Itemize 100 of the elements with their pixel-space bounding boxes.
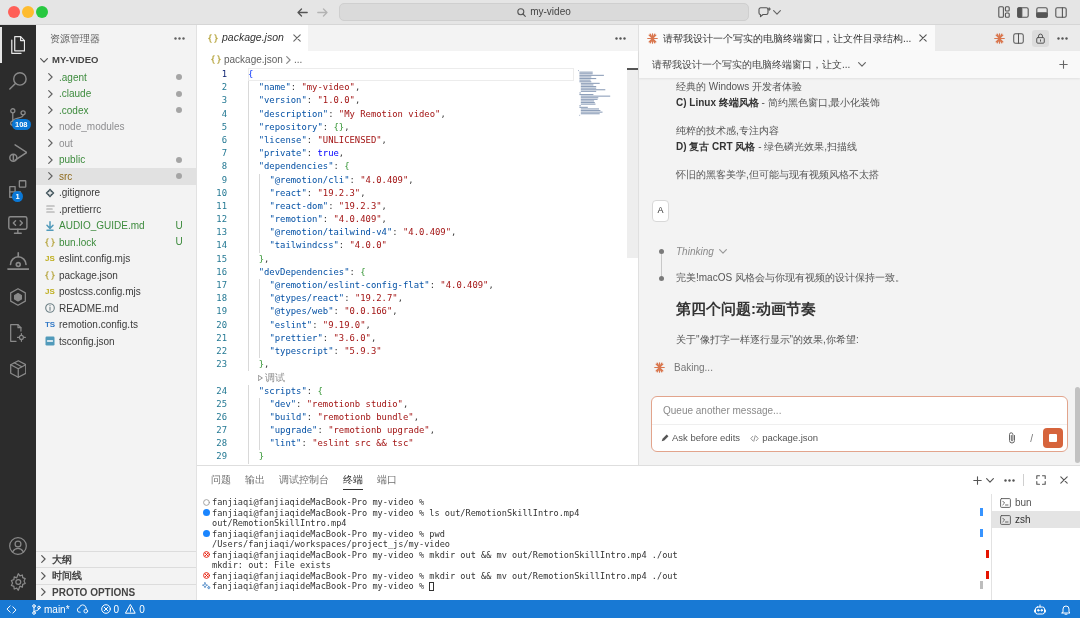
line-number: 10 <box>215 186 227 200</box>
monitor-icon[interactable] <box>8 216 28 234</box>
warning-icon <box>125 604 137 614</box>
file-item[interactable]: .prettierrc <box>36 201 196 218</box>
search-field[interactable]: my-video <box>339 3 749 21</box>
panel-tab[interactable]: 输出 <box>245 470 265 490</box>
paperclip-icon[interactable] <box>1008 432 1017 444</box>
panel-tab[interactable]: 端口 <box>377 470 397 490</box>
section-header[interactable]: 大纲 <box>36 550 196 567</box>
lock-icon <box>1036 32 1045 44</box>
back-icon[interactable] <box>297 7 308 17</box>
scrollbar-thumb[interactable] <box>627 68 638 258</box>
file-item[interactable]: TS remotion.config.ts <box>36 316 196 333</box>
braces-icon <box>45 270 55 280</box>
terminal-item[interactable]: zsh <box>992 511 1080 528</box>
panel-tab[interactable]: 终端 <box>343 470 363 490</box>
document-gear-icon[interactable] <box>10 324 26 342</box>
message-text: C) Linux 终端风格 - 简约黑色窗口,最小化装饰 <box>676 96 881 110</box>
maximize-icon[interactable] <box>1036 475 1046 485</box>
folder-item[interactable]: src <box>36 168 196 185</box>
more-icon[interactable] <box>174 37 185 40</box>
code-line: "prettier": "3.6.0", <box>248 331 377 345</box>
branch-button[interactable]: main* <box>32 601 70 617</box>
codelens-link[interactable]: 调试 <box>258 372 285 383</box>
breadcrumb-item[interactable]: ... <box>293 52 303 67</box>
close-icon[interactable] <box>1060 476 1068 484</box>
code-line: "@remotion/eslint-config-flat": "4.0.409", <box>248 279 494 293</box>
chevron-down-icon[interactable] <box>773 9 781 15</box>
settings-icon[interactable] <box>9 573 27 591</box>
file-item[interactable]: bun.lock U <box>36 234 196 251</box>
bottom-panel-icon[interactable] <box>1036 6 1048 18</box>
plus-icon[interactable] <box>973 475 982 485</box>
line-number: 14 <box>215 239 227 253</box>
chevron-down-icon[interactable] <box>986 477 994 483</box>
more-icon[interactable] <box>1004 478 1015 482</box>
code-line: "react": "19.2.3", <box>248 186 366 200</box>
split-view-icon[interactable] <box>1013 32 1024 44</box>
terminal-command: fanjiaqi@fanjiaqideMacBook-Pro my-video % pwd <box>212 528 445 539</box>
line-number: 23 <box>215 358 227 372</box>
terminal-command: fanjiaqi@fanjiaqideMacBook-Pro my-video % ls out/RemotionSkillIntro.mp4 <box>212 507 580 518</box>
timeline-dot-icon <box>659 248 664 254</box>
account-icon[interactable] <box>9 537 27 555</box>
folder-item[interactable]: .claude <box>36 85 196 102</box>
file-item[interactable]: .gitignore <box>36 184 196 201</box>
panel-tab[interactable]: 问题 <box>211 470 231 490</box>
problems-button[interactable]: 0 0 <box>100 601 145 617</box>
terminal-output: /Users/fanjiaqi/workspaces/project_js/my-video <box>212 539 450 550</box>
panel-tab[interactable]: 调试控制台 <box>279 470 329 490</box>
folder-item[interactable]: public <box>36 151 196 168</box>
code-line: "@remotion/cli": "4.0.409", <box>248 173 414 187</box>
message-text: 完美!macOS 风格会与你现有视频的设计保持一致。 <box>676 271 905 285</box>
git-status-letter: U <box>175 220 183 231</box>
files-icon[interactable] <box>10 36 26 54</box>
breadcrumb-item[interactable]: package.json <box>224 52 283 67</box>
right-sidebar-icon[interactable] <box>1055 6 1067 18</box>
bell-icon[interactable] <box>1061 603 1071 615</box>
file-item[interactable]: JS postcss.config.mjs <box>36 283 196 300</box>
file-item[interactable]: AUDIO_GUIDE.md U <box>36 217 196 234</box>
layout-grid-icon[interactable] <box>998 6 1010 18</box>
workspace-folder[interactable]: MY-VIDEO <box>36 52 196 69</box>
scrollbar-thumb[interactable] <box>1075 387 1080 463</box>
line-number: 25 <box>215 397 227 411</box>
chat-tab[interactable]: 请帮我设计一个写实的电脑终端窗口，让文件目录结构... <box>639 25 936 51</box>
robot-icon[interactable] <box>1034 603 1046 615</box>
stop-button[interactable] <box>1043 428 1063 448</box>
editor-tab[interactable]: package.json <box>197 25 308 51</box>
cloud-sync-icon[interactable] <box>76 604 89 614</box>
diamond-icon <box>45 187 55 198</box>
more-icon[interactable] <box>615 36 626 40</box>
message-input[interactable]: Queue another message... <box>652 397 1067 425</box>
play-bug-icon[interactable] <box>8 144 28 162</box>
plus-icon[interactable] <box>1059 60 1068 69</box>
file-item[interactable]: package.json <box>36 267 196 284</box>
context-file-button[interactable]: package.json <box>750 430 819 446</box>
code-line: "version": "1.0.0", <box>248 94 361 108</box>
section-header[interactable]: 时间线 <box>36 567 196 584</box>
file-item[interactable]: tsconfig.json <box>36 333 196 350</box>
left-sidebar-icon[interactable] <box>1017 6 1029 18</box>
terminal-command: fanjiaqi@fanjiaqideMacBook-Pro my-video % <box>212 581 425 592</box>
close-icon[interactable] <box>919 34 928 42</box>
box-icon[interactable] <box>9 360 27 378</box>
chat-sparkle-icon[interactable] <box>758 6 771 18</box>
folder-item[interactable]: .agent <box>36 69 196 86</box>
file-item[interactable]: README.md <box>36 300 196 317</box>
more-icon[interactable] <box>1057 36 1068 40</box>
file-item[interactable]: JS eslint.config.mjs <box>36 250 196 267</box>
close-icon[interactable] <box>292 34 301 42</box>
chevron-right-icon <box>285 55 291 64</box>
message-composer[interactable]: Queue another message... Ask before edits package.json / <box>651 396 1068 452</box>
search-icon[interactable] <box>9 72 27 90</box>
lines-icon <box>45 205 55 214</box>
line-number: 28 <box>215 437 227 451</box>
command-button[interactable]: / <box>1030 430 1033 446</box>
hexagon-icon[interactable] <box>10 288 26 306</box>
folder-item[interactable]: .codex <box>36 102 196 119</box>
terminal-item[interactable]: bun <box>992 494 1080 511</box>
lock-button[interactable] <box>1032 29 1049 47</box>
arc-icon[interactable] <box>6 252 30 270</box>
mode-button[interactable]: Ask before edits <box>661 430 741 446</box>
code-line: "@remotion/tailwind-v4": "4.0.409", <box>248 226 457 240</box>
